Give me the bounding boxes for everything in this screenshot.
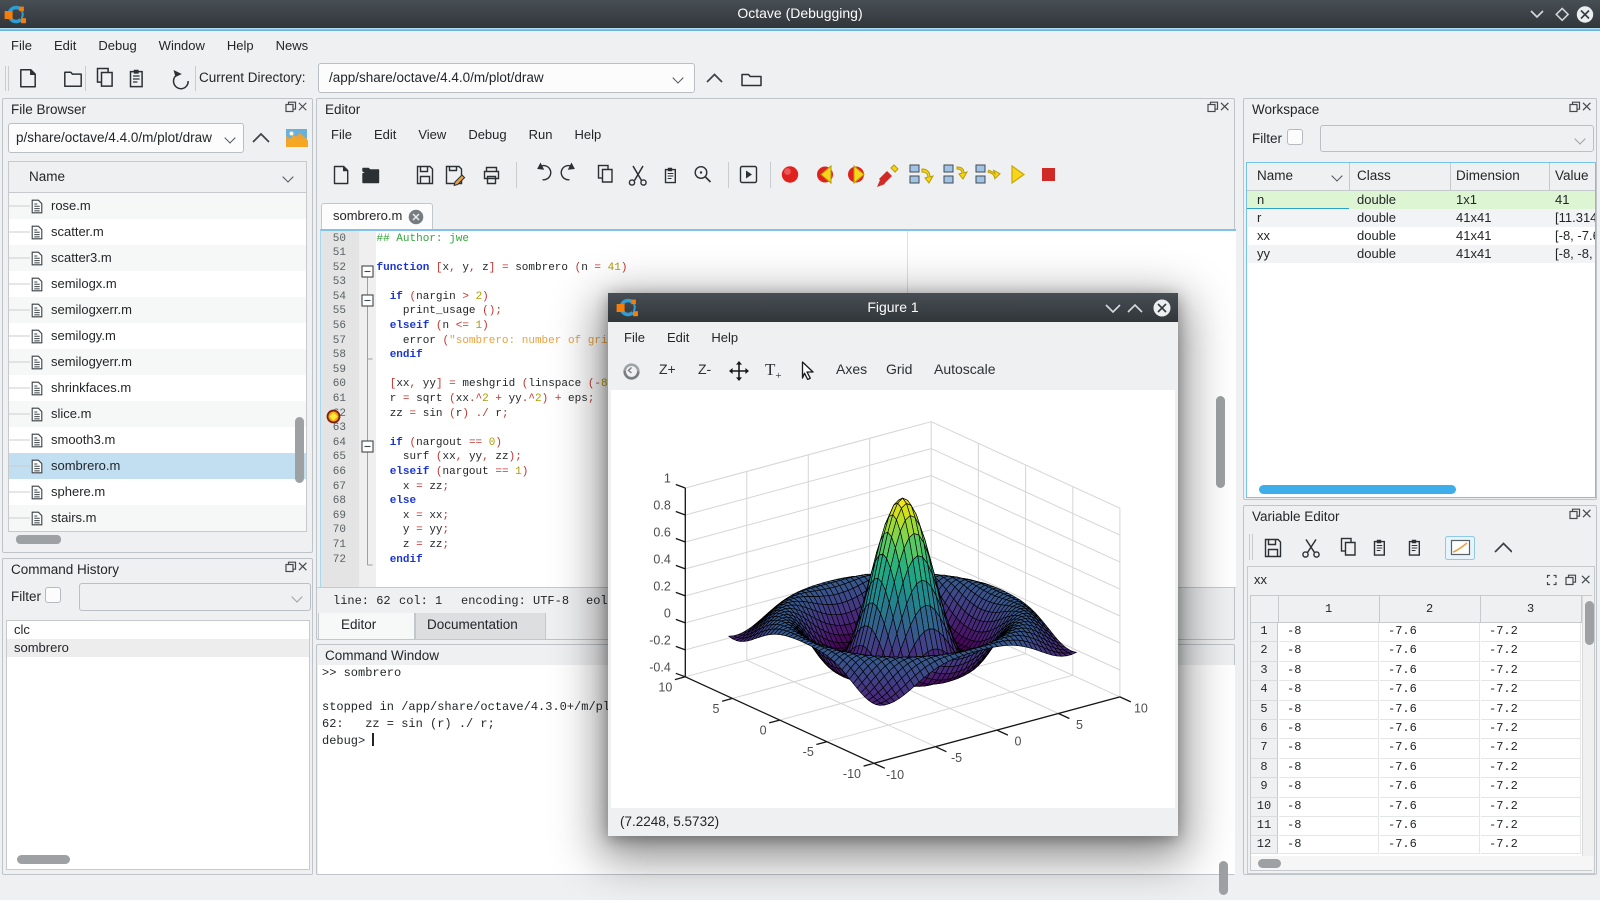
svg-text:0.8: 0.8	[653, 499, 670, 513]
svg-text:0.6: 0.6	[653, 526, 670, 540]
svg-text:10: 10	[658, 680, 672, 694]
svg-text:-5: -5	[951, 751, 962, 765]
svg-text:5: 5	[713, 702, 720, 716]
svg-text:0: 0	[1015, 735, 1022, 749]
svg-text:0: 0	[664, 606, 671, 620]
svg-text:10: 10	[1134, 701, 1148, 715]
svg-text:0.2: 0.2	[653, 579, 670, 593]
svg-text:-0.4: -0.4	[649, 660, 671, 674]
svg-text:-0.2: -0.2	[649, 633, 671, 647]
svg-text:-10: -10	[886, 768, 904, 782]
svg-text:5: 5	[1076, 718, 1083, 732]
svg-text:1: 1	[664, 472, 671, 486]
svg-text:0: 0	[760, 724, 767, 738]
svg-text:0.4: 0.4	[653, 552, 670, 566]
svg-text:-10: -10	[843, 767, 861, 781]
svg-text:-5: -5	[803, 745, 814, 759]
